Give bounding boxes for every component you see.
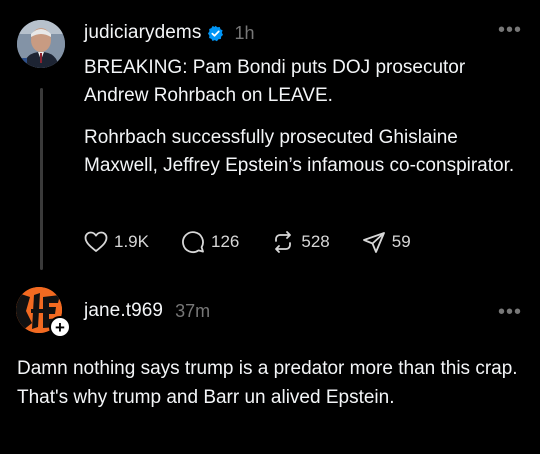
- share-count: 59: [391, 232, 411, 251]
- reply-text: Damn nothing says trump is a predator mo…: [17, 358, 518, 408]
- post-text-paragraph-2: Rohrbach successfully prosecuted Ghislai…: [84, 127, 515, 176]
- share-button[interactable]: 59: [362, 230, 411, 254]
- comment-count: 126: [210, 232, 240, 251]
- comment-icon: [182, 231, 204, 253]
- like-count: 1.9K: [114, 232, 149, 251]
- follow-plus-icon[interactable]: +: [49, 316, 71, 338]
- post-header: judiciarydems 1h: [84, 20, 254, 46]
- like-button[interactable]: 1.9K: [84, 231, 149, 253]
- heart-icon: [84, 231, 108, 252]
- reply-header: jane.t969 37m: [84, 299, 210, 323]
- reply-more-horizontal-icon[interactable]: •••: [498, 302, 522, 322]
- post-timestamp: 1h: [234, 22, 255, 43]
- reply-timestamp: 37m: [175, 300, 211, 321]
- repost-count: 528: [301, 232, 330, 251]
- post-actions: 1.9K 126 528 59: [84, 230, 443, 254]
- thread-connector-line: [40, 88, 43, 270]
- more-horizontal-icon[interactable]: •••: [498, 20, 522, 40]
- comment-button[interactable]: 126: [181, 230, 239, 254]
- author-avatar[interactable]: [17, 20, 65, 68]
- reply-username[interactable]: jane.t969: [84, 300, 163, 322]
- repost-button[interactable]: 528: [271, 230, 330, 254]
- author-username[interactable]: judiciarydems: [84, 22, 201, 44]
- repost-icon: [275, 231, 292, 253]
- send-icon: [362, 232, 385, 253]
- post-text-paragraph-1: BREAKING: Pam Bondi puts DOJ prosecutor …: [84, 57, 466, 106]
- verified-badge-icon: [207, 25, 224, 42]
